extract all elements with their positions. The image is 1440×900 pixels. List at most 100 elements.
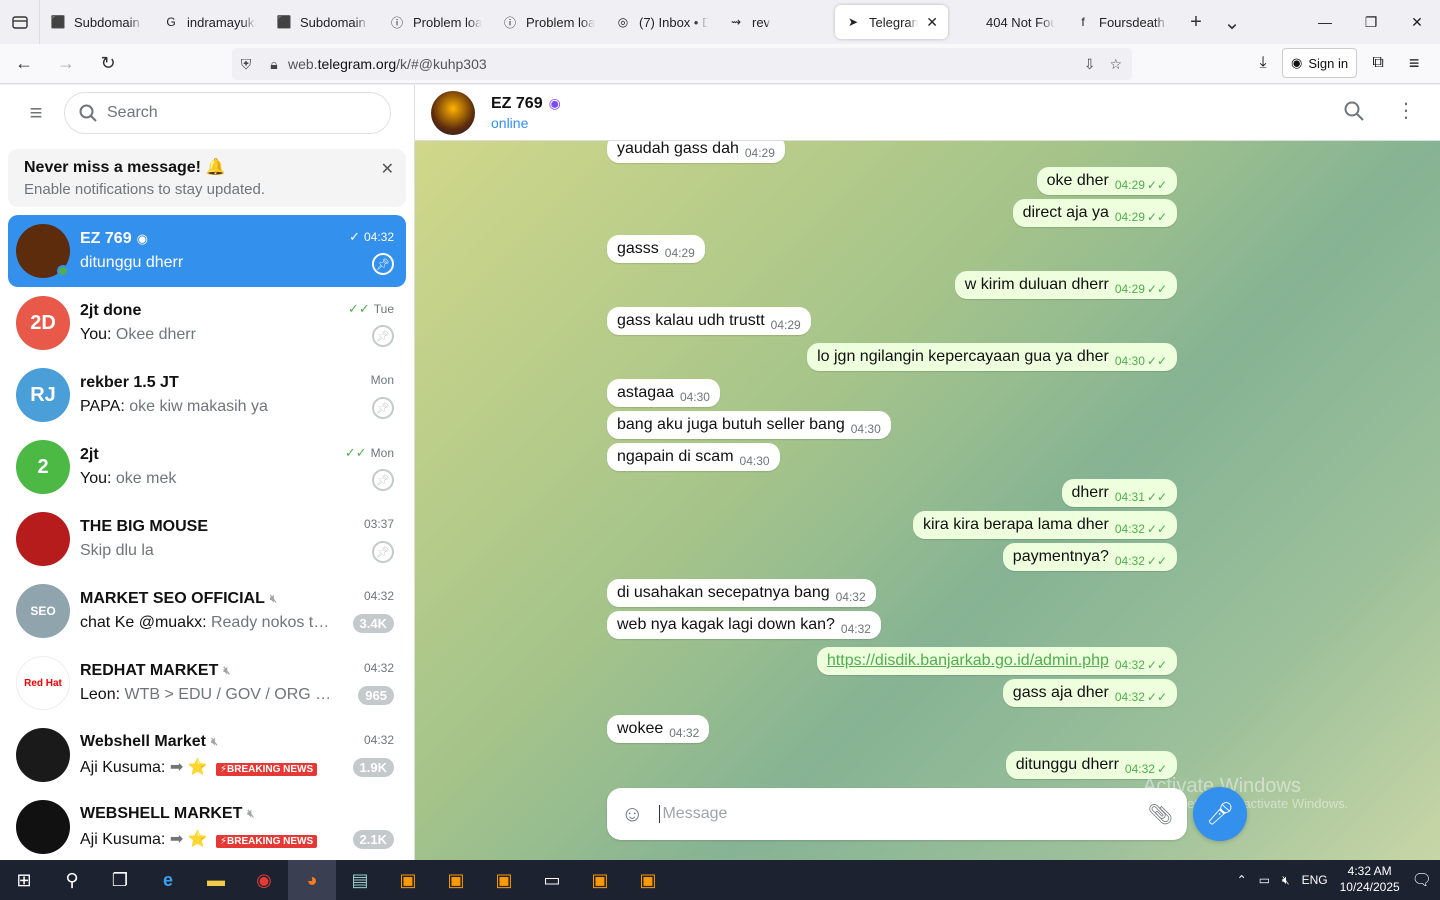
menu-icon[interactable]: ≡ [1399,53,1429,74]
clock[interactable]: 4:32 AM 10/24/2025 [1340,864,1400,895]
browser-tab[interactable]: 404 Not Found [952,5,1065,39]
taskbar-search-button[interactable]: ⚲ [48,860,96,900]
chat-name: Webshell Market [80,733,206,750]
message-bubble[interactable]: oke dher 04:29 ✓✓ [1036,167,1177,195]
message-link[interactable]: https://disdik.banjarkab.go.id/admin.php [827,652,1109,670]
message-bubble[interactable]: di usahakan secepatnya bang 04:32 [607,579,876,607]
browser-tab[interactable]: ⇝ rev [718,5,831,39]
bug-icon: ⬛ [50,15,66,29]
message-bubble[interactable]: bang aku juga butuh seller bang 04:30 [607,411,891,439]
search-input[interactable]: Search [64,92,391,134]
preview-text: ditunggu dherr [80,254,184,271]
message-bubble[interactable]: ngapain di scam 04:30 [607,443,780,471]
close-notification-button[interactable]: ✕ [381,159,394,179]
browser-tab[interactable]: f Foursdeath Te [1065,5,1178,39]
volume-muted-icon[interactable]: 🔇︎ [1282,873,1290,888]
message-bubble[interactable]: w kirim duluan dherr 04:29 ✓✓ [954,271,1177,299]
voice-record-button[interactable]: 🎤︎ [1193,787,1247,841]
start-button[interactable]: ⊞ [0,860,48,900]
message-text: paymentnya? [1012,548,1109,565]
more-options-icon[interactable]: ⋮ [1396,101,1416,121]
internet-explorer-icon: e [162,869,173,890]
taskbar-app[interactable]: ◉ [240,860,288,900]
notification-banner[interactable]: Never miss a message! 🔔 Enable notificat… [8,149,406,207]
message-input[interactable]: Message [659,805,727,823]
taskbar-firefox[interactable]: ◕ [288,860,336,900]
close-tab-icon[interactable]: ✕ [926,14,938,31]
window-icon: ▤ [351,869,369,890]
message-bubble[interactable]: astagaa 04:30 [607,379,720,407]
message-bubble[interactable]: gass aja dher 04:32 ✓✓ [1002,679,1177,707]
main-menu-button[interactable]: ≡ [16,93,56,133]
browser-tab[interactable]: Gindramayukal [153,5,266,39]
firefox-icon: ◕ [306,869,318,890]
save-page-icon[interactable]: ⇩ [1084,56,1096,73]
taskbar-ie[interactable]: e [144,860,192,900]
close-window-button[interactable]: ✕ [1394,0,1440,44]
taskbar-explorer[interactable]: ▬ [192,860,240,900]
arrow-left-icon: ← [15,53,33,73]
chat-header[interactable]: EZ 769 ◉ online ⋮ [415,85,1440,141]
sign-in-button[interactable]: ◉ Sign in [1282,48,1358,78]
language-indicator[interactable]: ENG [1302,873,1328,887]
chat-list-item[interactable]: 2D 2jt done You: Okee dherr ✓✓ Tue 📌︎ [8,287,406,359]
browser-tab[interactable]: ◎ (7) Inbox • Di [605,5,718,39]
chat-list-item[interactable]: Webshell Market 🔇︎ Aji Kusuma: ➡ ⭐ ⚡BREAKI… [8,719,406,791]
notifications-icon[interactable]: 🗨︎ [1412,870,1432,890]
browser-tab[interactable]: ⓘ Problem load [492,5,605,39]
taskbar-app[interactable]: ▤ [336,860,384,900]
chat-list-item[interactable]: RJ rekber 1.5 JT PAPA: oke kiw makasih ya M… [8,359,406,431]
reload-button[interactable]: ↻ [90,46,126,82]
chevron-up-icon[interactable]: ⌃ [1237,873,1247,887]
list-all-tabs-button[interactable]: ⌄ [1214,4,1250,40]
downloads-icon[interactable]: ⤓ [1250,54,1276,72]
maximize-button[interactable]: ❐ [1348,0,1394,44]
forward-button[interactable]: → [48,46,84,82]
chat-list-item[interactable]: 2 2jt You: oke mek ✓✓ Mon 📌︎ [8,431,406,503]
message-time: 04:29 [1114,282,1145,296]
chat-list-item[interactable]: Red Hat REDHAT MARKET 🔇︎ Leon: WTB > EDU / … [8,647,406,719]
browser-tab[interactable]: ⓘ Problem load [379,5,492,39]
message-composer[interactable]: ☺ Message 📎︎ [607,788,1187,840]
network-icon[interactable]: ▭ [1259,873,1270,887]
taskbar-terminal[interactable]: ▭ [528,860,576,900]
shield-icon: ⛨ [240,55,252,72]
chat-list-item[interactable]: EZ 769 ◉ ditunggu dherr ✓ 04:32 📌︎ [8,215,406,287]
taskbar-app[interactable]: ▣ [480,860,528,900]
message-bubble[interactable]: web nya kagak lagi down kan? 04:32 [607,611,881,639]
read-receipt-icon: ✓✓ [1146,178,1167,192]
chat-avatar[interactable] [431,90,475,135]
message-bubble[interactable]: direct aja ya 04:29 ✓✓ [1012,199,1177,227]
taskbar-app[interactable]: ▣ [432,860,480,900]
message-bubble[interactable]: kira kira berapa lama dher 04:32 ✓✓ [912,511,1177,539]
taskbar-app[interactable]: ▣ [576,860,624,900]
task-view-button[interactable]: ❐ [96,860,144,900]
message-bubble[interactable]: paymentnya? 04:32 ✓✓ [1002,543,1177,571]
chat-list-item[interactable]: WEBSHELL MARKET 🔇︎ Aji Kusuma: ➡ ⭐ ⚡BREAKI… [8,791,406,860]
browser-tab[interactable]: ⬛ Subdomain F [266,5,379,39]
taskbar-app[interactable]: ▣ [624,860,672,900]
browser-tab[interactable]: ⬛ Subdomain F [40,5,153,39]
bookmark-star-icon[interactable]: ☆ [1109,56,1122,73]
search-icon[interactable] [1344,101,1364,121]
back-button[interactable]: ← [6,46,42,82]
browser-tab[interactable]: ➤ Telegram W ✕ [835,5,948,39]
message-bubble[interactable]: dherr 04:31 ✓✓ [1061,479,1177,507]
chat-list-item[interactable]: THE BIG MOUSE Skip dlu la 03:37 📌︎ [8,503,406,575]
minimize-button[interactable]: — [1302,0,1348,44]
message-bubble[interactable]: https://disdik.banjarkab.go.id/admin.php… [816,647,1177,675]
new-tab-button[interactable]: + [1178,4,1214,40]
message-bubble[interactable]: lo jgn ngilangin kepercayaan gua ya dher… [807,343,1177,371]
taskbar-app[interactable]: ▣ [384,860,432,900]
tab-list-button[interactable] [0,0,40,44]
blank-icon [962,14,978,30]
browser-tab-label: 404 Not Found [986,14,1055,30]
chat-list-item[interactable]: SEO MARKET SEO OFFICIAL 🔇︎ chat Ke @muakx: … [8,575,406,647]
message-bubble[interactable]: gasss 04:29 [607,235,705,263]
attach-icon[interactable]: 📎︎ [1148,802,1173,827]
address-bar[interactable]: ⛨ 🔒︎ web.telegram.org/k/#@kuhp303 ⇩ ☆ [232,48,1132,80]
extensions-icon[interactable]: ⧉ [1363,54,1393,72]
message-bubble[interactable]: wokee 04:32 [607,715,710,743]
message-bubble[interactable]: gass kalau udh trustt 04:29 [607,307,811,335]
emoji-icon[interactable]: ☺ [621,801,643,827]
